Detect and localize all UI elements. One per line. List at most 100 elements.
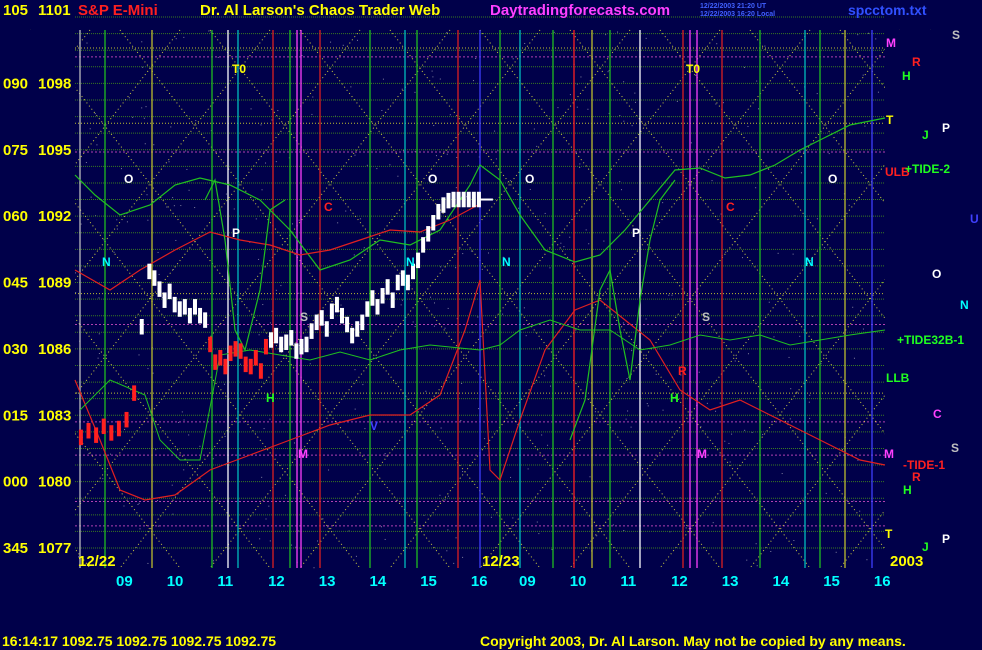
star-dot xyxy=(446,31,448,33)
star-dot xyxy=(627,410,629,412)
star-dot xyxy=(455,187,457,189)
star-dot xyxy=(345,210,347,212)
x-axis-hour-label: 15 xyxy=(420,573,437,590)
star-dot xyxy=(434,302,435,304)
star-dot xyxy=(461,382,463,384)
star-dot xyxy=(497,150,499,152)
star-dot xyxy=(763,508,765,510)
star-dot xyxy=(528,292,530,294)
star-dot xyxy=(470,250,472,252)
star-dot xyxy=(852,306,854,308)
star-dot xyxy=(128,97,130,99)
star-dot xyxy=(141,107,143,109)
y-axis-degree-label: 090 xyxy=(3,75,28,92)
star-dot xyxy=(188,189,190,191)
curve-label: N xyxy=(102,255,111,269)
star-dot xyxy=(225,193,227,195)
star-dot xyxy=(620,189,622,191)
star-dot xyxy=(509,180,511,182)
star-dot xyxy=(152,372,154,374)
curve-label: P xyxy=(232,226,240,240)
right-label: M xyxy=(886,36,896,50)
star-dot xyxy=(432,76,434,78)
star-dot xyxy=(764,45,766,47)
right-label: +TIDE-2 xyxy=(905,162,950,176)
x-axis-hour-label: 09 xyxy=(116,573,133,590)
star-dot xyxy=(862,328,864,330)
star-dot xyxy=(662,202,664,204)
star-dot xyxy=(429,296,431,298)
star-dot xyxy=(446,153,448,155)
star-dot xyxy=(400,304,402,306)
star-dot xyxy=(385,455,387,457)
star-dot xyxy=(634,92,636,94)
curve-label: T0 xyxy=(232,62,246,76)
curve-label: V xyxy=(370,419,378,433)
x-axis-hour-label: 10 xyxy=(570,573,587,590)
date-label: 2003 xyxy=(890,553,923,570)
star-dot xyxy=(444,327,446,329)
star-dot xyxy=(550,385,552,387)
y-axis-degree-label: 075 xyxy=(3,142,28,159)
star-dot xyxy=(88,452,90,454)
star-dot xyxy=(98,353,100,355)
star-dot xyxy=(258,258,260,260)
star-dot xyxy=(734,360,736,362)
star-dot xyxy=(275,289,277,291)
star-dot xyxy=(484,438,486,440)
star-dot xyxy=(362,384,364,386)
right-label: T xyxy=(885,527,893,541)
star-dot xyxy=(259,538,261,540)
star-dot xyxy=(356,39,358,41)
site-name[interactable]: Daytradingforecasts.com xyxy=(490,2,670,19)
star-dot xyxy=(645,318,647,320)
star-dot xyxy=(261,189,263,191)
star-dot xyxy=(478,408,480,410)
star-dot xyxy=(655,373,657,375)
star-dot xyxy=(446,550,448,552)
curve-label: N xyxy=(406,255,415,269)
star-dot xyxy=(812,315,814,317)
y-axis-price-label: 1083 xyxy=(38,407,71,424)
star-dot xyxy=(157,525,159,527)
star-dot xyxy=(439,78,441,80)
y-axis-price-label: 1092 xyxy=(38,208,71,225)
star-dot xyxy=(579,163,581,165)
star-dot xyxy=(630,426,632,428)
star-dot xyxy=(518,207,520,209)
right-label: C xyxy=(933,407,942,421)
star-dot xyxy=(743,66,745,68)
star-dot xyxy=(768,301,770,303)
star-dot xyxy=(622,322,624,324)
y-axis-degree-label: 045 xyxy=(3,275,28,292)
star-dot xyxy=(89,128,91,130)
star-dot xyxy=(849,131,851,133)
star-dot xyxy=(525,335,527,337)
star-dot xyxy=(180,205,182,207)
star-dot xyxy=(178,421,180,423)
star-dot xyxy=(685,527,687,529)
star-dot xyxy=(623,529,625,531)
star-dot xyxy=(544,375,546,377)
star-dot xyxy=(449,114,451,116)
star-dot xyxy=(269,540,271,542)
star-dot xyxy=(96,144,98,146)
star-dot xyxy=(150,296,152,298)
y-axis-degree-label: 015 xyxy=(3,407,28,424)
star-dot xyxy=(715,410,717,412)
star-dot xyxy=(557,107,559,109)
star-dot xyxy=(536,145,538,147)
star-dot xyxy=(265,162,267,164)
star-dot xyxy=(90,196,92,198)
star-dot xyxy=(835,551,837,553)
star-dot xyxy=(728,442,730,444)
star-dot xyxy=(194,207,196,209)
star-dot xyxy=(569,94,571,96)
right-label: P xyxy=(942,121,950,135)
star-dot xyxy=(770,550,772,552)
star-dot xyxy=(828,153,830,155)
star-dot xyxy=(712,522,714,524)
star-dot xyxy=(603,240,605,242)
star-dot xyxy=(560,242,562,244)
star-dot xyxy=(364,428,366,430)
